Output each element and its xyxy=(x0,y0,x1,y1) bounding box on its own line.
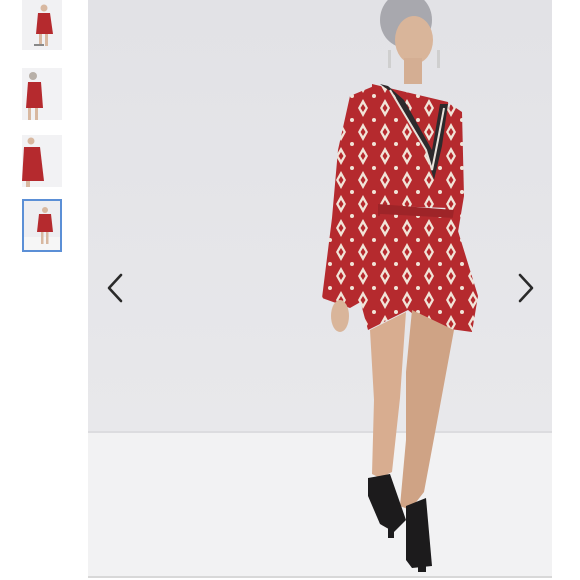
thumbnail-2-image xyxy=(22,68,62,120)
chevron-right-icon xyxy=(518,273,534,303)
thumbnail-3-image xyxy=(22,135,62,187)
model-photo xyxy=(88,0,552,578)
next-image-button[interactable] xyxy=(512,270,540,306)
thumbnail-4-image xyxy=(24,201,60,250)
thumbnail-2[interactable] xyxy=(22,68,62,120)
thumbnail-3[interactable] xyxy=(22,135,62,187)
thumbnail-1[interactable] xyxy=(22,0,62,50)
right-gutter xyxy=(552,0,580,580)
chevron-left-icon xyxy=(107,273,123,303)
previous-image-button[interactable] xyxy=(101,270,129,306)
product-gallery xyxy=(0,0,580,580)
image-bottom-divider xyxy=(88,576,552,578)
main-product-image xyxy=(88,0,552,578)
thumbnail-rail xyxy=(0,0,80,580)
thumbnail-4[interactable] xyxy=(22,199,62,252)
thumbnail-1-image xyxy=(22,0,62,50)
